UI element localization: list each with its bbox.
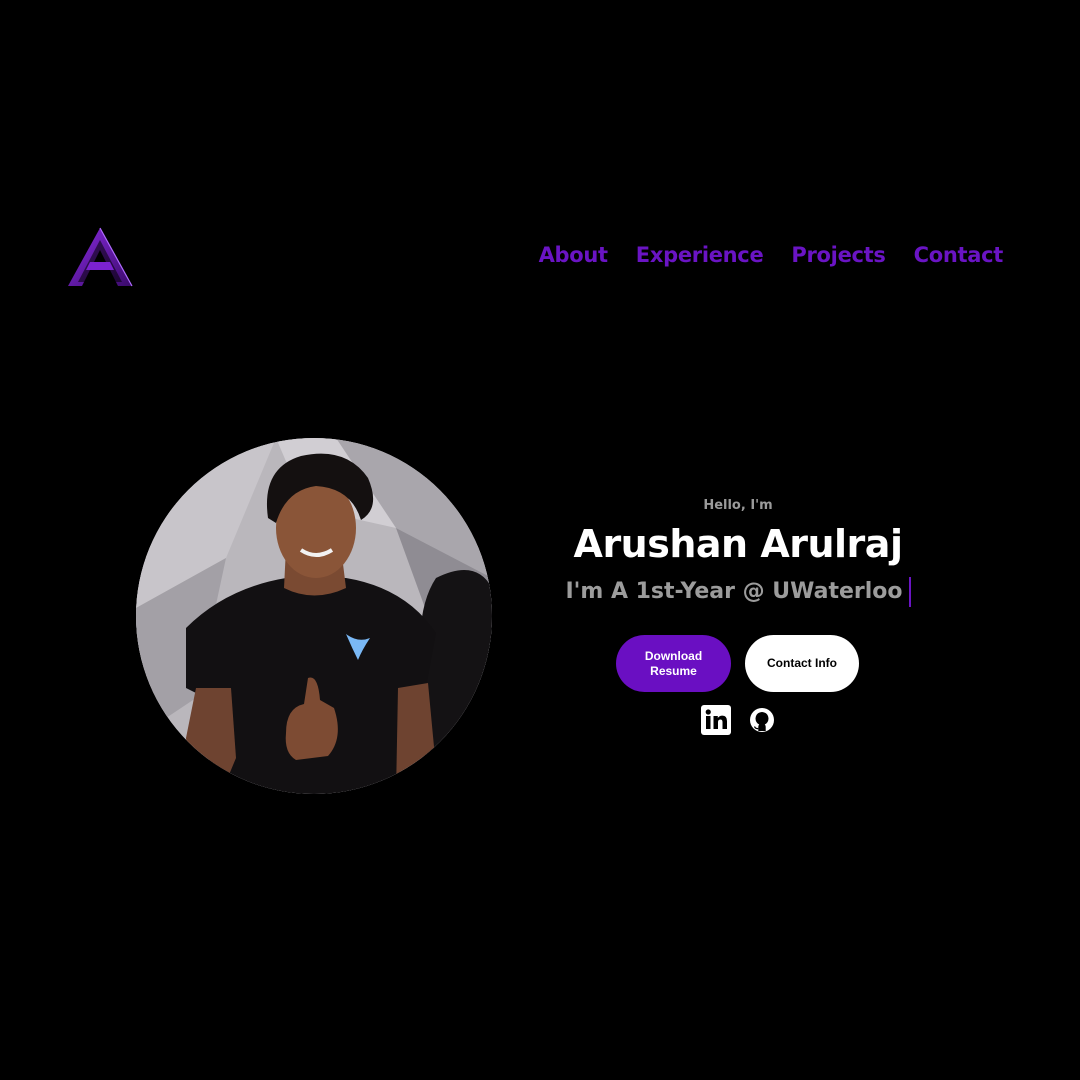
download-resume-button[interactable]: Download Resume bbox=[616, 635, 731, 692]
logo[interactable] bbox=[66, 226, 134, 288]
main-nav: About Experience Projects Contact bbox=[539, 243, 1004, 267]
page: About Experience Projects Contact Hello,… bbox=[0, 0, 1080, 1080]
nav-contact[interactable]: Contact bbox=[914, 243, 1004, 267]
tagline-text: I'm A 1st-Year @ UWaterloo bbox=[565, 579, 903, 604]
contact-info-button[interactable]: Contact Info bbox=[745, 635, 859, 692]
hero-name: Arushan Arulraj bbox=[573, 522, 903, 566]
social-links bbox=[701, 705, 777, 735]
github-icon[interactable] bbox=[747, 705, 777, 735]
letter-a-logo-icon bbox=[68, 227, 133, 287]
contact-info-label: Contact Info bbox=[767, 656, 837, 671]
hero-tagline: I'm A 1st-Year @ UWaterloo bbox=[565, 576, 911, 607]
profile-photo bbox=[136, 438, 492, 794]
typing-caret bbox=[908, 576, 911, 607]
hero: Hello, I'm Arushan Arulraj I'm A 1st-Yea… bbox=[538, 498, 938, 607]
nav-experience[interactable]: Experience bbox=[636, 243, 764, 267]
hero-buttons: Download Resume Contact Info bbox=[616, 635, 859, 692]
nav-projects[interactable]: Projects bbox=[791, 243, 886, 267]
download-resume-label: Download Resume bbox=[644, 649, 703, 678]
greeting: Hello, I'm bbox=[703, 498, 773, 513]
linkedin-icon[interactable] bbox=[701, 705, 731, 735]
nav-about[interactable]: About bbox=[539, 243, 609, 267]
